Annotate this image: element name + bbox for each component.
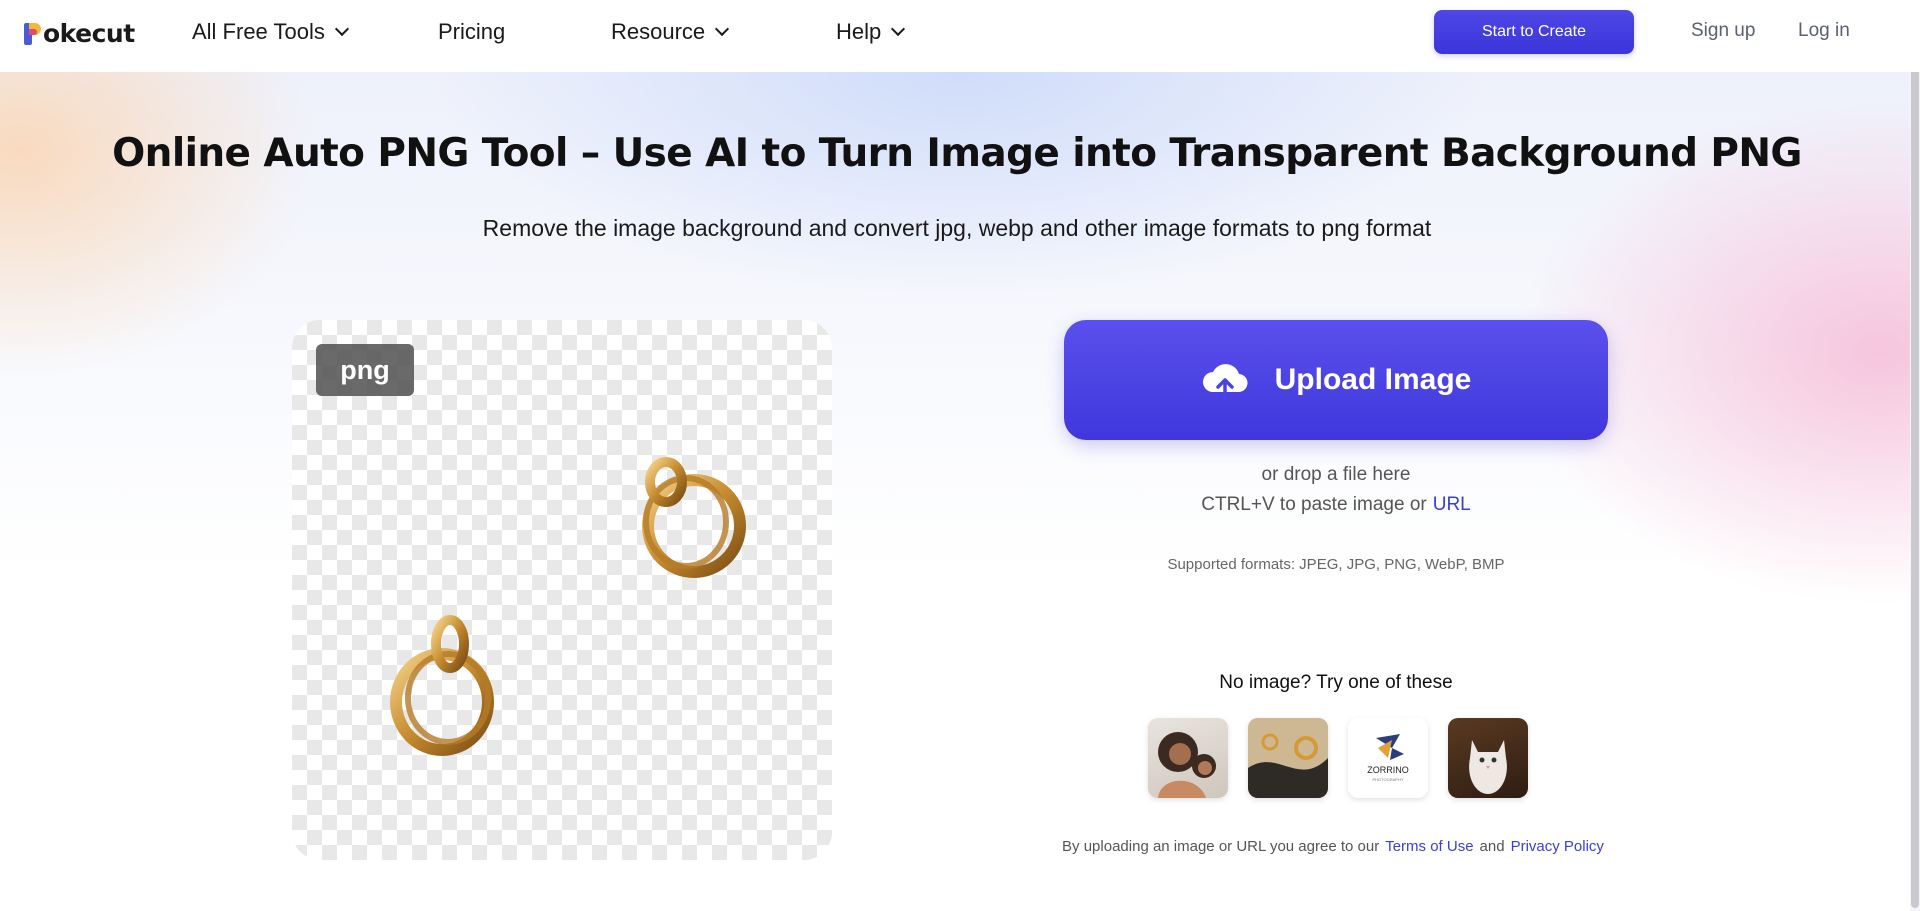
- sample-jewelry[interactable]: [1248, 718, 1328, 798]
- scrollbar-thumb[interactable]: [1911, 2, 1919, 908]
- chevron-down-icon: [334, 21, 349, 37]
- earring-icon: [1248, 718, 1328, 798]
- gold-earring-image: [642, 457, 746, 578]
- transparent-preview-image: png: [292, 320, 832, 860]
- nav-label: Resource: [611, 19, 706, 44]
- cloud-upload-icon: [1202, 364, 1248, 402]
- logo-icon: ZORRINO PHOTOGRAPHY: [1367, 734, 1409, 782]
- pokecut-logo[interactable]: okecut: [24, 16, 135, 50]
- png-badge: png: [316, 344, 414, 396]
- sign-up-link[interactable]: Sign up: [1691, 20, 1755, 42]
- logo-subtext: PHOTOGRAPHY: [1372, 777, 1403, 782]
- page-subtitle: Remove the image background and convert …: [482, 215, 1432, 241]
- drop-hint: or drop a file here: [1261, 464, 1411, 485]
- sample-cat[interactable]: [1448, 718, 1528, 798]
- nav-pricing[interactable]: Pricing: [438, 18, 505, 46]
- top-navbar: okecut All Free Tools Pricing Resource H…: [0, 0, 1920, 72]
- chevron-down-icon: [715, 21, 730, 37]
- privacy-policy-link[interactable]: Privacy Policy: [1511, 838, 1604, 855]
- scrollbar[interactable]: [1910, 0, 1920, 911]
- paste-hint: CTRL+V to paste image or URL: [1064, 494, 1608, 516]
- sample-images: ZORRINO PHOTOGRAPHY: [1148, 718, 1528, 798]
- terms-and: and: [1479, 838, 1505, 855]
- logo-text: ZORRINO: [1367, 765, 1409, 775]
- hero-background: [0, 72, 1920, 911]
- paste-text: CTRL+V to paste image or: [1201, 494, 1427, 515]
- sample-woman[interactable]: [1148, 718, 1228, 798]
- start-to-create-button[interactable]: Start to Create: [1434, 10, 1634, 54]
- portrait-icon: [1158, 732, 1216, 798]
- terms-notice: By uploading an image or URL you agree t…: [1000, 838, 1672, 855]
- logo-mark-icon: [24, 21, 42, 45]
- supported-formats: Supported formats: JPEG, JPG, PNG, WebP,…: [1167, 556, 1505, 573]
- terms-prefix: By uploading an image or URL you agree t…: [1062, 838, 1380, 855]
- log-in-link[interactable]: Log in: [1798, 20, 1850, 42]
- samples-heading: No image? Try one of these: [1219, 672, 1453, 693]
- nav-label: All Free Tools: [192, 19, 325, 44]
- upload-label: Upload Image: [1274, 363, 1472, 396]
- upload-image-button[interactable]: Upload Image: [1064, 320, 1608, 440]
- logo-text: okecut: [43, 18, 135, 48]
- chevron-down-icon: [891, 21, 906, 37]
- cat-icon: [1469, 740, 1507, 794]
- gold-earring-image: [390, 615, 494, 756]
- url-link[interactable]: URL: [1433, 494, 1471, 515]
- nav-resource[interactable]: Resource: [611, 18, 730, 46]
- page-title: Online Auto PNG Tool – Use AI to Turn Im…: [112, 131, 1802, 176]
- nav-label: Pricing: [438, 19, 506, 44]
- nav-help[interactable]: Help: [836, 18, 906, 46]
- nav-all-free-tools[interactable]: All Free Tools: [192, 18, 349, 46]
- sample-logo[interactable]: ZORRINO PHOTOGRAPHY: [1348, 718, 1428, 798]
- terms-of-use-link[interactable]: Terms of Use: [1385, 838, 1473, 855]
- nav-label: Help: [836, 19, 882, 44]
